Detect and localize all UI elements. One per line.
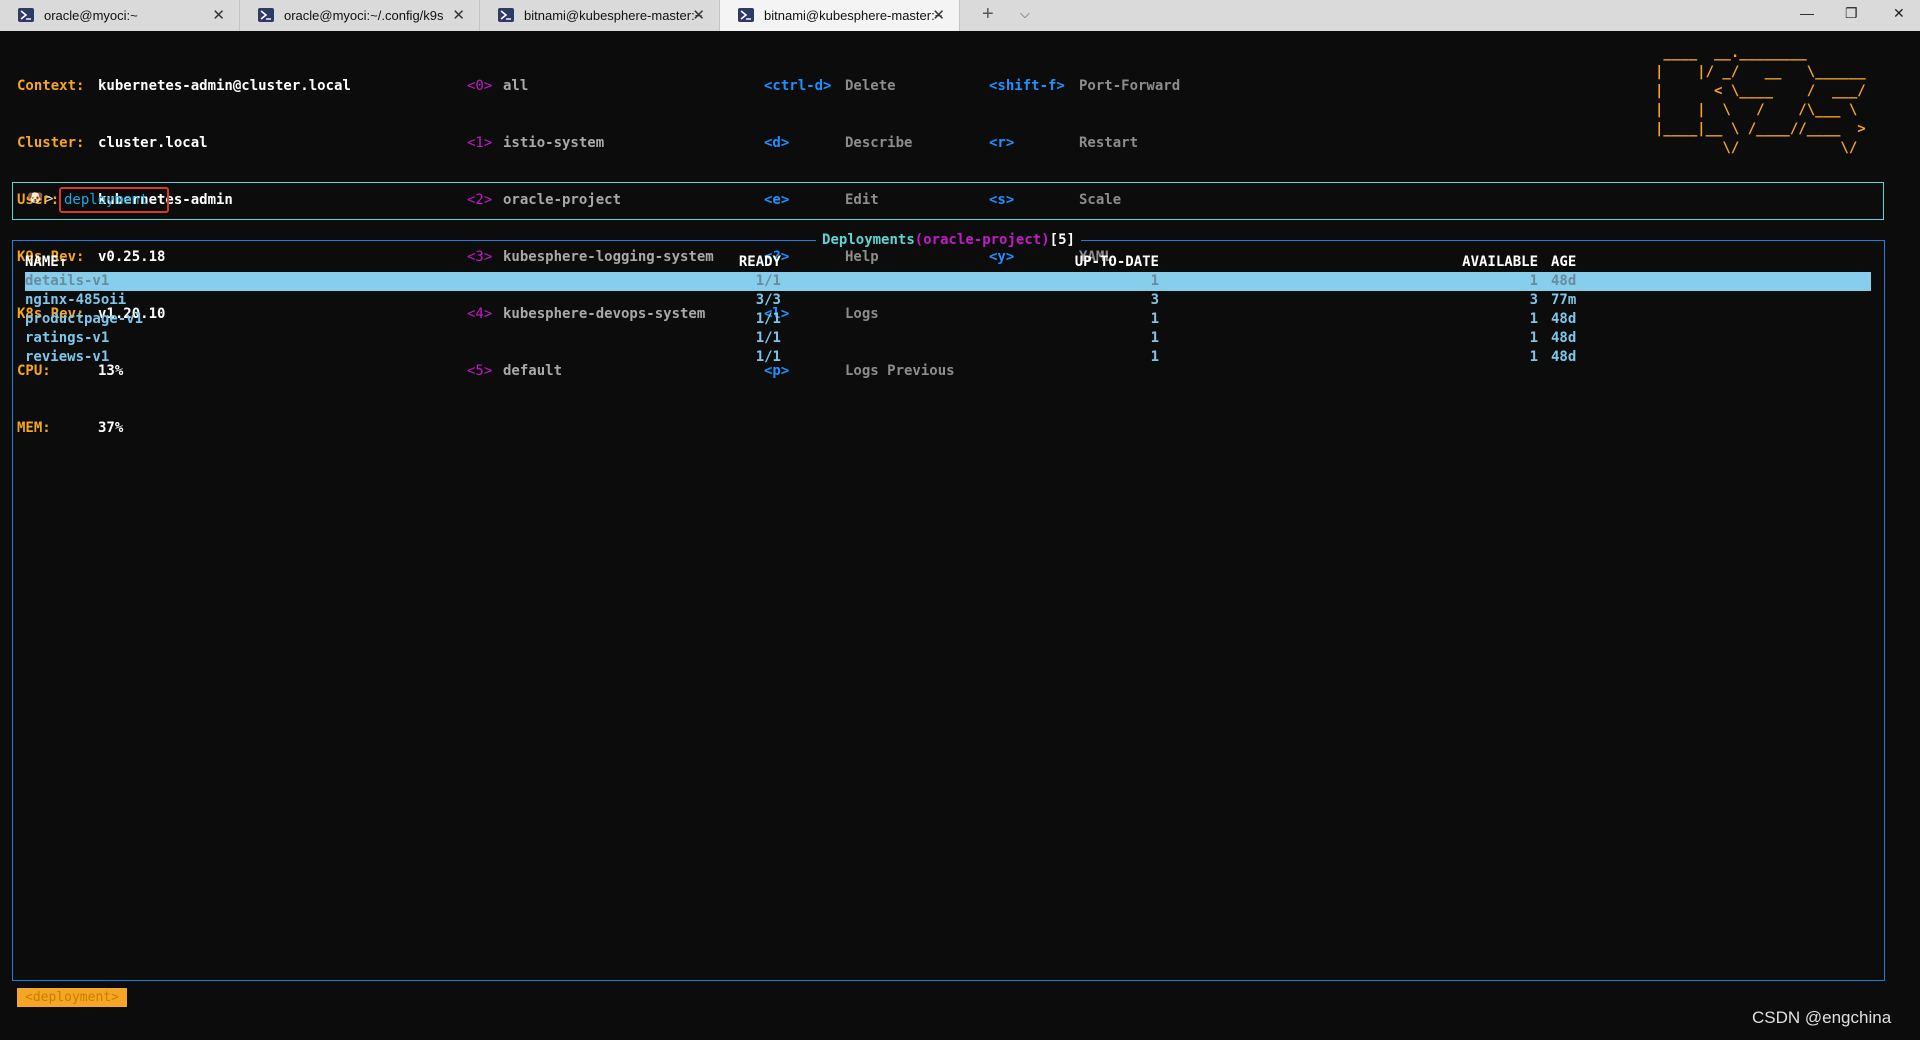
restore-button[interactable]: ❐: [1845, 5, 1858, 22]
cell-up-to-date: 1: [1150, 311, 1159, 327]
cell-name: reviews-v1: [25, 349, 110, 365]
deployments-table: Deployments(oracle-project)[5] NAME↑ REA…: [12, 232, 1885, 981]
close-icon[interactable]: ✕: [932, 6, 945, 24]
hotkey-item[interactable]: <shift-f> Port-Forward: [989, 77, 1180, 96]
namespace-name: all: [503, 78, 529, 94]
cell-name: nginx-485oii: [25, 292, 127, 308]
column-header-age[interactable]: AGE: [1551, 253, 1576, 272]
namespace-key: <1>: [467, 135, 493, 151]
hotkey-key: <ctrl-d>: [764, 78, 832, 94]
table-row[interactable]: nginx-485oii 3/3 3 3 77m: [25, 291, 1871, 310]
command-input[interactable]: [59, 187, 169, 213]
cell-ready: 1/1: [755, 273, 781, 289]
close-icon[interactable]: ✕: [212, 6, 225, 24]
hotkey-action: Describe: [845, 135, 913, 151]
resource-count: [5]: [1049, 232, 1075, 248]
cell-ready: 1/1: [755, 330, 781, 346]
hotkey-key: <r>: [989, 135, 1015, 151]
namespace-key: <0>: [467, 78, 493, 94]
info-label: Context:: [17, 78, 85, 94]
dog-icon: 🐶: [27, 191, 44, 206]
powershell-icon: [498, 8, 514, 22]
cell-age: 77m: [1551, 292, 1577, 308]
namespace-item[interactable]: <0> all: [467, 77, 528, 96]
table-header: NAME↑ READY UP-TO-DATE AVAILABLE AGE: [25, 253, 1871, 272]
command-prompt: 🐶 >: [12, 182, 1884, 220]
cell-name: ratings-v1: [25, 330, 110, 346]
resource-name: Deployments: [822, 232, 915, 248]
hotkey-item[interactable]: <d> Describe: [764, 134, 912, 153]
tab-oracle-home[interactable]: oracle@myoci:~ ✕: [0, 0, 240, 31]
hotkey-action: Delete: [845, 78, 896, 94]
column-header-name[interactable]: NAME↑: [25, 253, 67, 272]
prompt-caret: >: [45, 191, 54, 207]
tab-title: oracle@myoci:~: [44, 8, 138, 23]
cell-ready: 3/3: [755, 292, 781, 308]
namespace-name: istio-system: [503, 135, 605, 151]
table-row[interactable]: ratings-v1 1/1 1 1 48d: [25, 329, 1871, 348]
cell-up-to-date: 1: [1150, 349, 1159, 365]
cell-available: 3: [1529, 292, 1538, 308]
chevron-down-icon[interactable]: ⌵: [1020, 6, 1030, 22]
tab-oracle-k9s-config[interactable]: oracle@myoci:~/.config/k9s ✕: [240, 0, 480, 31]
powershell-icon: [18, 8, 34, 22]
window-close-button[interactable]: ✕: [1893, 5, 1905, 22]
cell-name: details-v1: [25, 273, 110, 289]
cell-available: 1: [1529, 273, 1538, 289]
cell-ready: 1/1: [755, 349, 781, 365]
cell-age: 48d: [1551, 349, 1577, 365]
hotkey-item[interactable]: <ctrl-d> Delete: [764, 77, 896, 96]
column-header-up-to-date[interactable]: UP-TO-DATE: [1075, 253, 1159, 272]
hotkey-action: Restart: [1079, 135, 1139, 151]
new-tab-button[interactable]: +: [982, 3, 994, 26]
column-header-ready[interactable]: READY: [739, 253, 781, 272]
cell-up-to-date: 1: [1150, 273, 1159, 289]
watermark: CSDN @engchina: [1752, 1008, 1892, 1027]
tab-title: bitnami@kubesphere-master:~: [524, 8, 703, 23]
table-row[interactable]: productpage-v1 1/1 1 1 48d: [25, 310, 1871, 329]
cell-name: productpage-v1: [25, 311, 144, 327]
table-row[interactable]: reviews-v1 1/1 1 1 48d: [25, 348, 1871, 367]
title-close-paren: ): [1041, 232, 1050, 248]
tab-title: bitnami@kubesphere-master:~: [764, 8, 943, 23]
k9s-logo: ____ __.________ | |/ _/ __ \______ | < …: [1655, 45, 1866, 156]
cell-available: 1: [1529, 349, 1538, 365]
info-value: kubernetes-admin@cluster.local: [98, 78, 351, 94]
cell-available: 1: [1529, 311, 1538, 327]
table-title: Deployments(oracle-project)[5]: [13, 231, 1884, 250]
cell-age: 48d: [1551, 311, 1577, 327]
info-label: Cluster:: [17, 135, 85, 151]
namespace-item[interactable]: <1> istio-system: [467, 134, 604, 153]
breadcrumb: <deployment>: [17, 988, 127, 1007]
cell-age: 48d: [1551, 330, 1577, 346]
namespace-name: oracle-project: [923, 232, 1042, 248]
hotkey-key: <shift-f>: [989, 78, 1065, 94]
column-header-available[interactable]: AVAILABLE: [1462, 253, 1538, 272]
hotkey-action: Port-Forward: [1079, 78, 1181, 94]
cell-up-to-date: 3: [1150, 292, 1159, 308]
title-open-paren: (: [914, 232, 924, 248]
tab-title: oracle@myoci:~/.config/k9s: [284, 8, 444, 23]
info-value: cluster.local: [98, 135, 208, 151]
close-icon[interactable]: ✕: [692, 6, 705, 24]
tab-bar: oracle@myoci:~ ✕ oracle@myoci:~/.config/…: [0, 0, 1920, 31]
powershell-icon: [738, 8, 754, 22]
table-row[interactable]: details-v1 1/1 1 1 48d: [25, 272, 1871, 291]
close-icon[interactable]: ✕: [452, 6, 465, 24]
minimize-button[interactable]: —: [1800, 5, 1814, 21]
cell-age: 48d: [1551, 273, 1577, 289]
cell-ready: 1/1: [755, 311, 781, 327]
tab-bitnami-1[interactable]: bitnami@kubesphere-master:~ ✕: [480, 0, 720, 31]
tab-bitnami-2[interactable]: bitnami@kubesphere-master:~ ✕: [720, 0, 960, 31]
powershell-icon: [258, 8, 274, 22]
hotkey-key: <d>: [764, 135, 790, 151]
hotkey-item[interactable]: <r> Restart: [989, 134, 1138, 153]
cell-up-to-date: 1: [1150, 330, 1159, 346]
cell-available: 1: [1529, 330, 1538, 346]
